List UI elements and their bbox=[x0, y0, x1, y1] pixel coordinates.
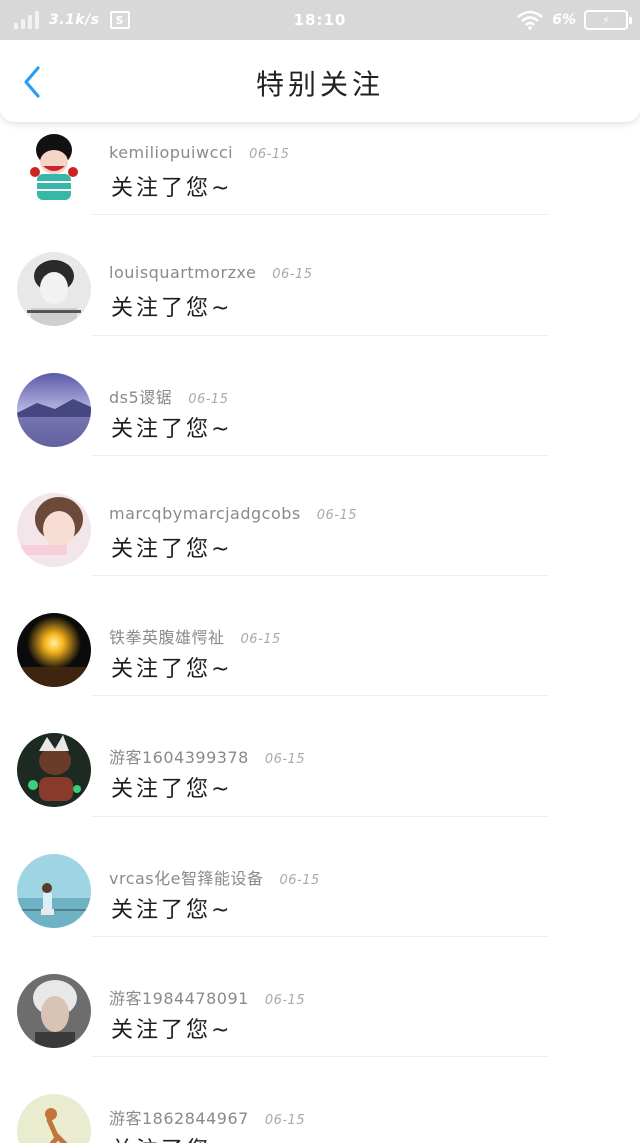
wifi-icon bbox=[517, 10, 544, 30]
battery-percent: 6% bbox=[552, 12, 576, 28]
follow-message: 关注了您~ bbox=[111, 176, 233, 201]
header-bar: 特别关注 bbox=[0, 40, 640, 122]
list-item[interactable]: ds5谡锯 06-15 关注了您~ bbox=[0, 336, 640, 456]
page-title: 特别关注 bbox=[255, 68, 384, 101]
follower-name: louisquartmorzxe 06-15 bbox=[109, 263, 313, 282]
follower-name-text: marcqbymarcjadgcobs bbox=[109, 503, 301, 523]
follow-message: 关注了您~ bbox=[111, 1132, 232, 1143]
follower-list[interactable]: kemiliopuiwcci 06-15 关注了您~ louisquartmorz… bbox=[0, 122, 640, 1143]
list-item[interactable]: louisquartmorzxe 06-15 关注了您~ bbox=[0, 215, 640, 336]
follow-message: 关注了您~ bbox=[111, 1018, 233, 1044]
avatar[interactable] bbox=[17, 132, 91, 206]
follower-name: kemiliopuiwcci 06-15 bbox=[109, 143, 289, 162]
status-bar: 3.1k/s S 18:10 6% ⚡ bbox=[0, 0, 640, 40]
list-item[interactable]: kemiliopuiwcci 06-15 关注了您~ bbox=[0, 122, 640, 216]
follow-date: 06-15 bbox=[188, 391, 229, 407]
follow-date: 06-15 bbox=[316, 507, 358, 523]
follow-date: 06-15 bbox=[264, 993, 306, 1009]
follow-date: 06-15 bbox=[240, 632, 281, 648]
follower-name-text: 铁拳英腹雄愕祉 bbox=[109, 628, 225, 648]
avatar[interactable] bbox=[17, 492, 91, 567]
follow-message: 关注了您~ bbox=[111, 296, 233, 322]
follower-name-text: louisquartmorzxe bbox=[109, 263, 257, 283]
list-item[interactable]: 游客1984478091 06-15 关注了您~ bbox=[0, 937, 640, 1058]
follow-date: 06-15 bbox=[272, 267, 313, 283]
battery-icon: ⚡ bbox=[584, 10, 632, 30]
follow-message: 关注了您~ bbox=[111, 657, 233, 683]
follower-name-text: ds5谡锯 bbox=[109, 387, 173, 407]
follower-name-text: vrcas化e智箨能设备 bbox=[109, 868, 264, 888]
list-item[interactable]: 游客1862844967 06-15 关注了您~ bbox=[0, 1057, 640, 1143]
follower-name-text: 游客1862844967 bbox=[109, 1109, 249, 1129]
follow-message: 关注了您~ bbox=[111, 897, 233, 923]
avatar[interactable] bbox=[17, 613, 91, 688]
list-item[interactable]: 游客1604399378 06-15 关注了您~ bbox=[0, 696, 640, 817]
follow-date: 06-15 bbox=[249, 147, 290, 162]
avatar[interactable] bbox=[17, 252, 91, 327]
status-right: 6% ⚡ bbox=[516, 0, 632, 40]
follower-name: ds5谡锯 06-15 bbox=[109, 384, 228, 408]
follower-name: 游客1604399378 06-15 bbox=[109, 744, 305, 768]
avatar[interactable] bbox=[17, 733, 91, 808]
charging-bolt-icon: ⚡ bbox=[602, 13, 610, 27]
follow-date: 06-15 bbox=[264, 1113, 306, 1129]
list-item[interactable]: marcqbymarcjadgcobs 06-15 关注了您~ bbox=[0, 456, 640, 577]
follower-name: vrcas化e智箨能设备 06-15 bbox=[109, 865, 320, 889]
follower-name: 游客1984478091 06-15 bbox=[109, 985, 305, 1009]
follower-name: marcqbymarcjadgcobs 06-15 bbox=[109, 504, 357, 523]
avatar[interactable] bbox=[17, 1094, 91, 1143]
follower-name-text: kemiliopuiwcci bbox=[109, 143, 234, 162]
list-item[interactable]: vrcas化e智箨能设备 06-15 关注了您~ bbox=[0, 817, 640, 938]
avatar[interactable] bbox=[17, 853, 91, 928]
follow-message: 关注了您~ bbox=[111, 416, 233, 442]
follow-message: 关注了您~ bbox=[111, 536, 233, 562]
avatar[interactable] bbox=[17, 372, 91, 447]
follower-name-text: 游客1984478091 bbox=[109, 989, 249, 1009]
follower-name: 铁拳英腹雄愕祉 06-15 bbox=[109, 624, 281, 648]
follower-name: 游客1862844967 06-15 bbox=[109, 1105, 305, 1129]
follower-name-text: 游客1604399378 bbox=[109, 748, 249, 768]
list-item[interactable]: 铁拳英腹雄愕祉 06-15 关注了您~ bbox=[0, 576, 640, 697]
follow-message: 关注了您~ bbox=[111, 777, 233, 803]
follow-date: 06-15 bbox=[279, 872, 320, 888]
avatar[interactable] bbox=[17, 974, 91, 1049]
follow-date: 06-15 bbox=[264, 752, 306, 768]
